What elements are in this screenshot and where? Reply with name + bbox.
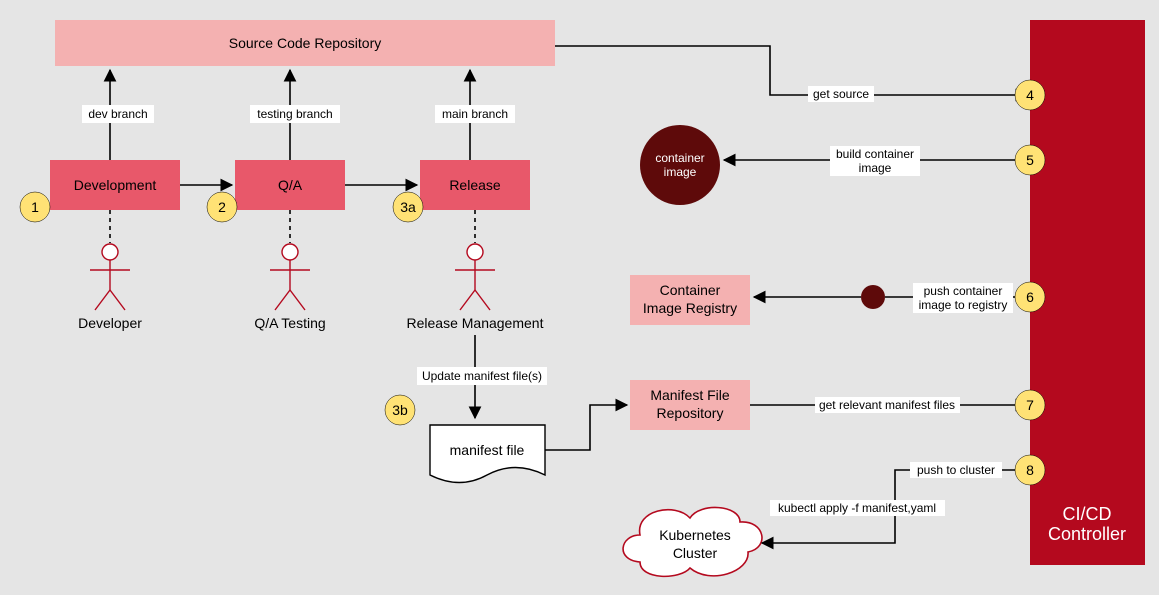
source-repo-label: Source Code Repository	[229, 35, 382, 51]
badge-8-label: 8	[1026, 462, 1034, 478]
edge-push-registry-label-1: push container	[924, 284, 1003, 298]
qa-stage-label: Q/A	[278, 177, 303, 193]
qa-actor	[270, 210, 310, 310]
edge-build-image-label-1: build container	[836, 147, 914, 161]
registry-label-1: Container	[660, 282, 721, 298]
developer-label: Developer	[78, 315, 142, 331]
edge-get-source-label: get source	[813, 87, 869, 101]
qa-actor-label: Q/A Testing	[254, 315, 325, 331]
k8s-label-2: Cluster	[673, 545, 718, 561]
edge-get-source	[555, 46, 1027, 95]
badge-7-label: 7	[1026, 397, 1034, 413]
badge-4-label: 4	[1026, 87, 1034, 103]
cicd-controller-label-2: Controller	[1048, 524, 1126, 544]
release-actor	[455, 210, 495, 310]
badge-3b-label: 3b	[392, 402, 408, 418]
manifest-repo-label-1: Manifest File	[650, 387, 730, 403]
update-manifest-label: Update manifest file(s)	[422, 369, 542, 383]
badge-5-label: 5	[1026, 152, 1034, 168]
manifest-to-repo-arrow	[545, 405, 627, 450]
edge-push-registry-label-2: image to registry	[919, 298, 1008, 312]
push-registry-dot	[861, 285, 885, 309]
badge-3a-label: 3a	[400, 199, 416, 215]
dev-branch-label: dev branch	[88, 107, 147, 121]
developer-actor	[90, 210, 130, 310]
edge-get-manifests-label: get relevant manifest files	[819, 398, 955, 412]
cicd-controller-label-1: CI/CD	[1063, 504, 1112, 524]
rel-branch-label: main branch	[442, 107, 508, 121]
rel-stage-label: Release	[449, 177, 501, 193]
edge-push-cluster-label: push to cluster	[917, 463, 995, 477]
cicd-controller-box	[1030, 20, 1145, 565]
release-actor-label: Release Management	[407, 315, 544, 331]
badge-1-label: 1	[31, 199, 39, 215]
registry-label-2: Image Registry	[643, 300, 737, 316]
k8s-label-1: Kubernetes	[659, 527, 731, 543]
badge-6-label: 6	[1026, 289, 1034, 305]
container-image-label-2: image	[664, 165, 697, 179]
manifest-repo-label-2: Repository	[657, 405, 724, 421]
badge-2-label: 2	[218, 199, 226, 215]
container-image-label-1: container	[655, 151, 704, 165]
qa-branch-label: testing branch	[257, 107, 332, 121]
manifest-file-label: manifest file	[450, 442, 525, 458]
edge-kubectl-label: kubectl apply -f manifest,yaml	[778, 501, 936, 515]
dev-stage-label: Development	[74, 177, 157, 193]
edge-build-image-label-2: image	[859, 161, 892, 175]
